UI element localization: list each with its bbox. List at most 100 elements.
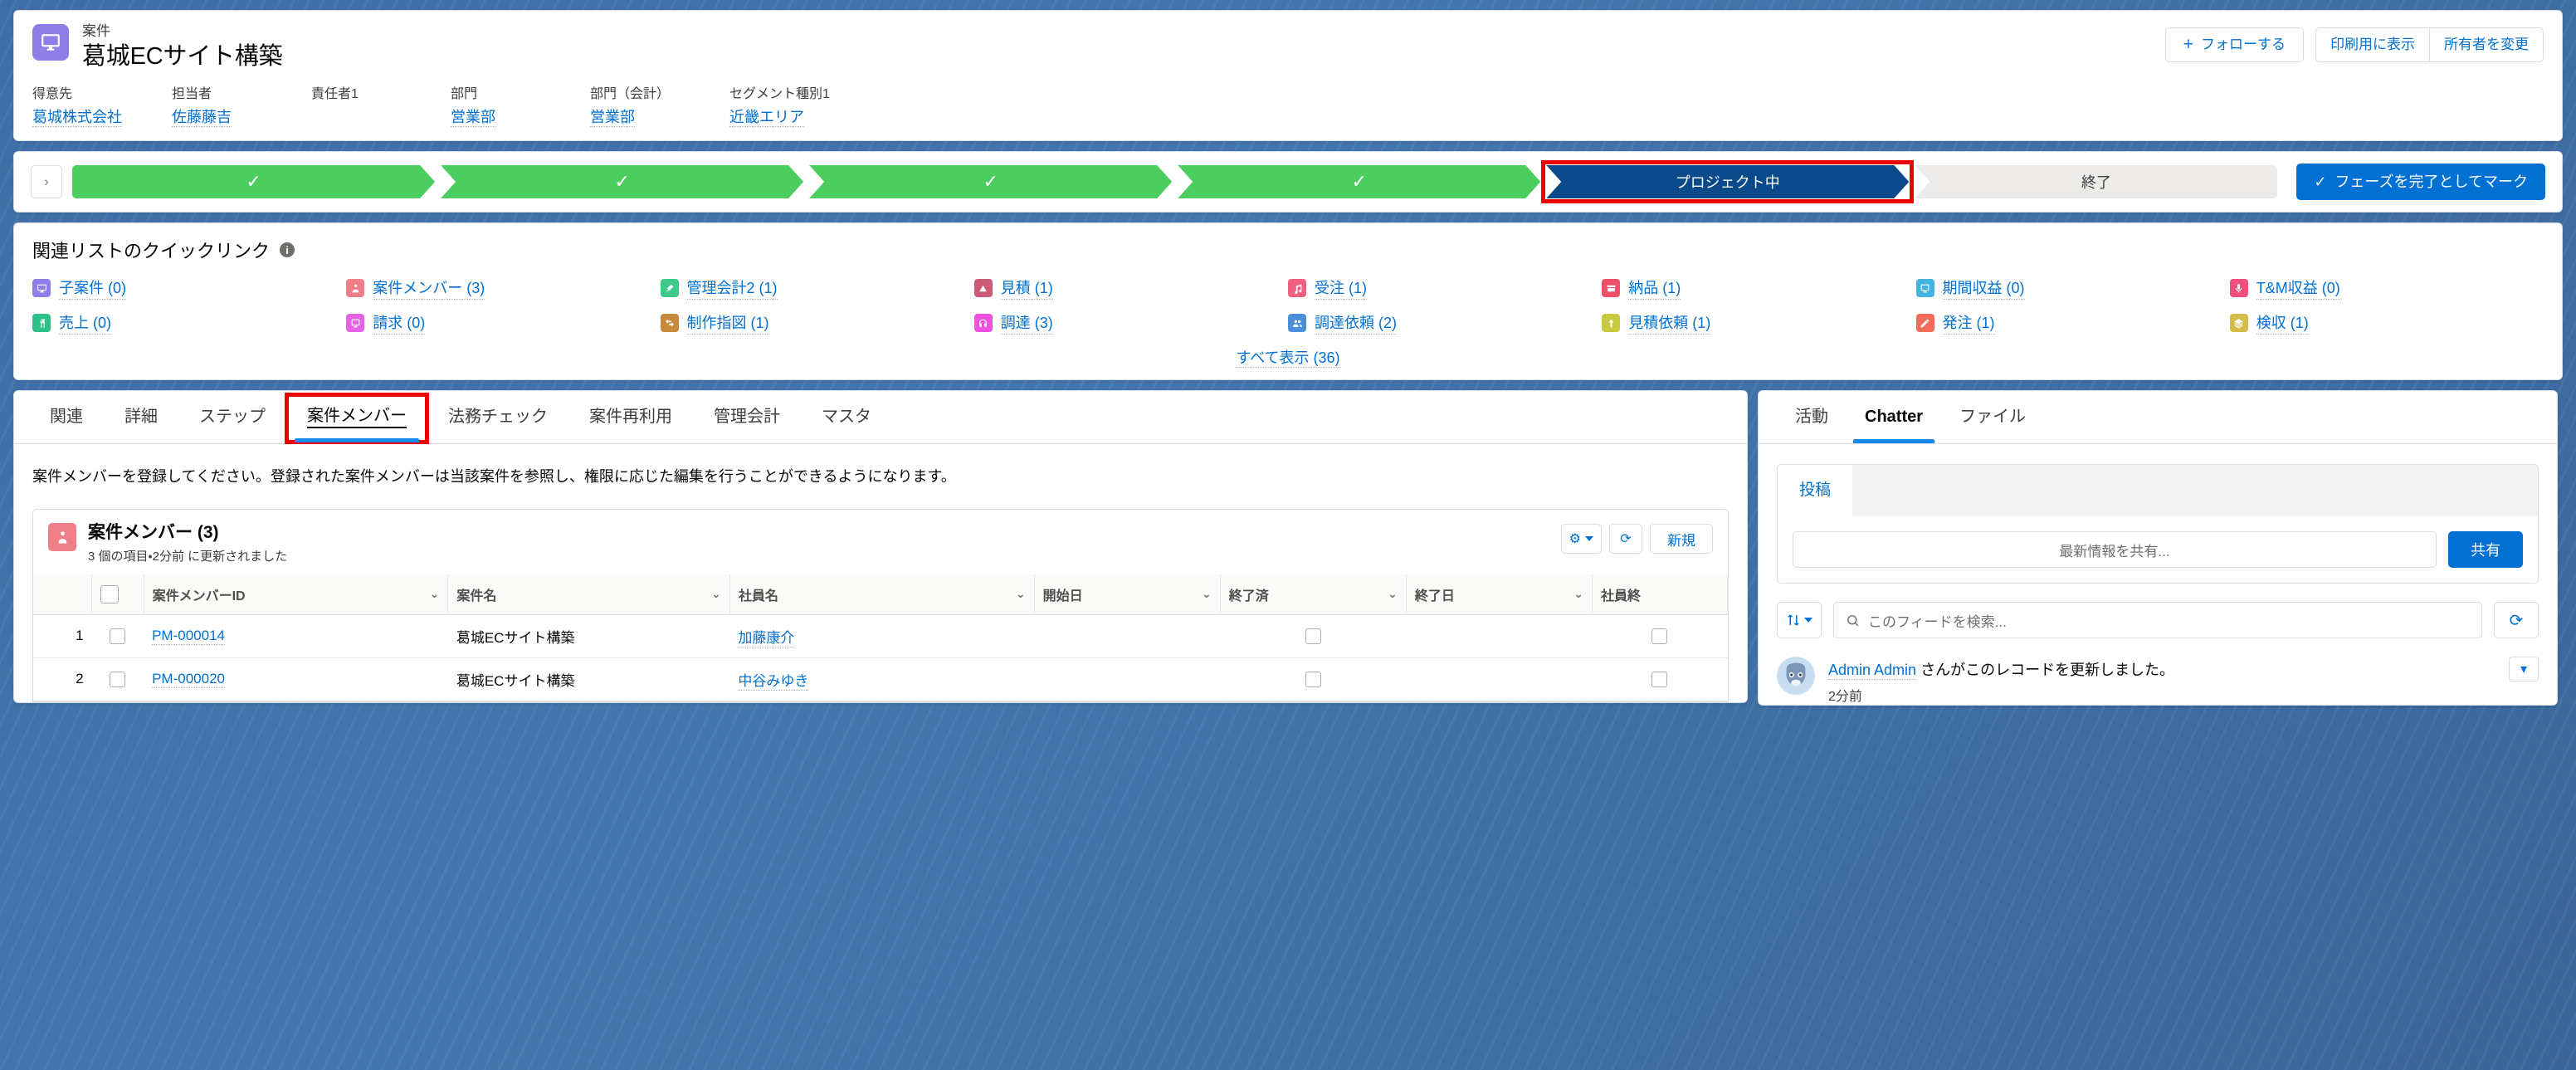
list-settings-button[interactable]: ⚙ [1560, 524, 1602, 554]
tab-steps[interactable]: ステップ [178, 391, 286, 443]
quick-link-label[interactable]: 制作指図 (1) [686, 311, 769, 335]
path-stage-2[interactable]: ✓ [441, 165, 803, 198]
column-header-employee-name[interactable]: 社員名 ⌄ [729, 574, 1035, 615]
quick-link-label[interactable]: 請求 (0) [373, 311, 426, 335]
quick-link-item[interactable]: 制作指図 (1) [660, 311, 974, 335]
feed-sort-button[interactable] [1777, 602, 1822, 638]
main-content: 関連 詳細 ステップ 案件メンバー 法務チェック 案件再利用 管理会計 マスタ … [13, 390, 2563, 706]
row-select-cell [91, 657, 144, 701]
printable-view-button[interactable]: 印刷用に表示 [2315, 27, 2430, 62]
quick-link-item[interactable]: 管理会計2 (1) [660, 276, 974, 300]
quick-link-label[interactable]: 売上 (0) [59, 311, 111, 335]
quick-link-label[interactable]: 管理会計2 (1) [686, 276, 778, 300]
quick-link-item[interactable]: 納品 (1) [1602, 276, 1915, 300]
desktop-icon [32, 24, 69, 61]
quick-link-label[interactable]: T&M収益 (0) [2256, 276, 2340, 300]
quick-link-item[interactable]: T&M収益 (0) [2229, 276, 2544, 300]
quick-link-label[interactable]: 受注 (1) [1315, 276, 1367, 300]
tab-project-members[interactable]: 案件メンバー [285, 393, 429, 444]
table-row[interactable]: 1 PM-000014 葛城ECサイト構築 加藤康介 [33, 614, 1728, 658]
feed-item-menu-button[interactable]: ▾ [2509, 657, 2539, 682]
feed-search-input[interactable]: このフィードを検索... [1833, 602, 2482, 638]
quick-link-item[interactable]: 見積 (1) [973, 276, 1288, 300]
quick-link-item[interactable]: 売上 (0) [32, 311, 346, 335]
tab-chatter[interactable]: Chatter [1847, 391, 1941, 443]
quick-link-label[interactable]: 納品 (1) [1628, 276, 1681, 300]
new-record-button[interactable]: 新規 [1650, 524, 1713, 554]
tab-details[interactable]: 詳細 [104, 391, 178, 443]
share-update-input[interactable]: 最新情報を共有... [1793, 531, 2437, 568]
tab-legal-check[interactable]: 法務チェック [427, 391, 568, 443]
avatar [1777, 657, 1815, 695]
sort-icon [1788, 614, 1799, 626]
publisher-tab-post[interactable]: 投稿 [1778, 465, 1853, 516]
employee-link[interactable]: 加藤康介 [738, 629, 795, 647]
quick-link-item[interactable]: 発注 (1) [1915, 311, 2230, 335]
tab-activity[interactable]: 活動 [1777, 391, 1847, 443]
column-header-project-name[interactable]: 案件名 ⌄ [447, 574, 730, 615]
quick-link-item[interactable]: 見積依頼 (1) [1602, 311, 1915, 335]
column-header-member-id[interactable]: 案件メンバーID ⌄ [144, 574, 449, 615]
path-stage-3[interactable]: ✓ [809, 165, 1172, 198]
quick-link-item[interactable]: 請求 (0) [346, 311, 660, 335]
quick-link-label[interactable]: 案件メンバー (3) [373, 276, 485, 300]
quick-link-label[interactable]: 調達 (3) [1000, 311, 1053, 335]
quick-link-item[interactable]: 期間収益 (0) [1915, 276, 2230, 300]
employee-end-checkbox[interactable] [1651, 628, 1668, 644]
show-all-link[interactable]: すべて表示 (36) [1236, 349, 1340, 368]
list-refresh-button[interactable]: ⟳ [1609, 524, 1642, 554]
member-id-link[interactable]: PM-000014 [152, 628, 225, 645]
tab-project-reuse[interactable]: 案件再利用 [568, 391, 693, 443]
finished-checkbox[interactable] [1305, 628, 1321, 644]
finished-checkbox[interactable] [1305, 672, 1321, 687]
tab-managerial-accounting[interactable]: 管理会計 [693, 391, 801, 443]
column-header-start-date[interactable]: 開始日 ⌄ [1034, 574, 1221, 615]
employee-end-checkbox[interactable] [1651, 672, 1668, 687]
path-stage-current[interactable]: プロジェクト中 [1541, 160, 1915, 203]
quick-link-item[interactable]: 受注 (1) [1288, 276, 1602, 300]
department-acct-link[interactable]: 営業部 [590, 109, 635, 127]
quick-link-label[interactable]: 子案件 (0) [59, 276, 126, 300]
column-header-end-date[interactable]: 終了日 ⌄ [1406, 574, 1593, 615]
segment-link[interactable]: 近畿エリア [729, 109, 804, 127]
owner-link[interactable]: 佐藤藤吉 [172, 109, 232, 127]
path-stage-1[interactable]: ✓ [72, 165, 435, 198]
quick-link-label[interactable]: 見積依頼 (1) [1628, 311, 1711, 335]
cell-employee-end [1592, 614, 1728, 658]
share-button[interactable]: 共有 [2448, 531, 2523, 568]
row-checkbox[interactable] [110, 628, 126, 644]
select-all-checkbox[interactable] [100, 584, 120, 603]
quick-link-label[interactable]: 調達依頼 (2) [1315, 311, 1397, 335]
column-header-employee-end[interactable]: 社員終 [1592, 574, 1728, 615]
quick-link-label[interactable]: 期間収益 (0) [1942, 276, 2025, 300]
mark-phase-complete-button[interactable]: ✓ フェーズを完了としてマーク [2296, 164, 2545, 200]
department-link[interactable]: 営業部 [451, 109, 495, 127]
tab-files[interactable]: ファイル [1941, 391, 2044, 443]
table-row[interactable]: 2 PM-000020 葛城ECサイト構築 中谷みゆき [33, 657, 1728, 701]
quick-link-item[interactable]: 調達依頼 (2) [1288, 311, 1602, 335]
member-id-link[interactable]: PM-000020 [152, 671, 225, 688]
quick-link-item[interactable]: 子案件 (0) [32, 276, 346, 300]
quick-link-label[interactable]: 検収 (1) [2256, 311, 2309, 335]
path-stage-closed[interactable]: 終了 [1915, 165, 2278, 198]
row-checkbox[interactable] [110, 672, 126, 687]
feed-refresh-button[interactable]: ⟳ [2494, 602, 2539, 638]
path-stage-4[interactable]: ✓ [1178, 165, 1540, 198]
header-actions: + フォローする 印刷用に表示 所有者を変更 [2164, 22, 2544, 62]
quick-link-item[interactable]: 案件メンバー (3) [346, 276, 660, 300]
customer-link[interactable]: 葛城株式会社 [32, 109, 122, 127]
quick-link-item[interactable]: 検収 (1) [2229, 311, 2544, 335]
column-header-finished[interactable]: 終了済 ⌄ [1220, 574, 1407, 615]
change-owner-button[interactable]: 所有者を変更 [2429, 27, 2544, 62]
tab-related[interactable]: 関連 [29, 391, 104, 443]
employee-link[interactable]: 中谷みゆき [738, 672, 809, 691]
path-previous-button[interactable]: › [31, 165, 62, 198]
feed-author-link[interactable]: Admin Admin [1828, 662, 1917, 680]
info-icon[interactable]: i [280, 242, 295, 257]
tab-master[interactable]: マスタ [801, 391, 892, 443]
chatter-tabbar: 活動 Chatter ファイル [1759, 391, 2557, 444]
quick-link-label[interactable]: 見積 (1) [1000, 276, 1053, 300]
follow-button[interactable]: + フォローする [2164, 27, 2304, 62]
quick-link-label[interactable]: 発注 (1) [1942, 311, 1995, 335]
quick-link-item[interactable]: 調達 (3) [973, 311, 1288, 335]
